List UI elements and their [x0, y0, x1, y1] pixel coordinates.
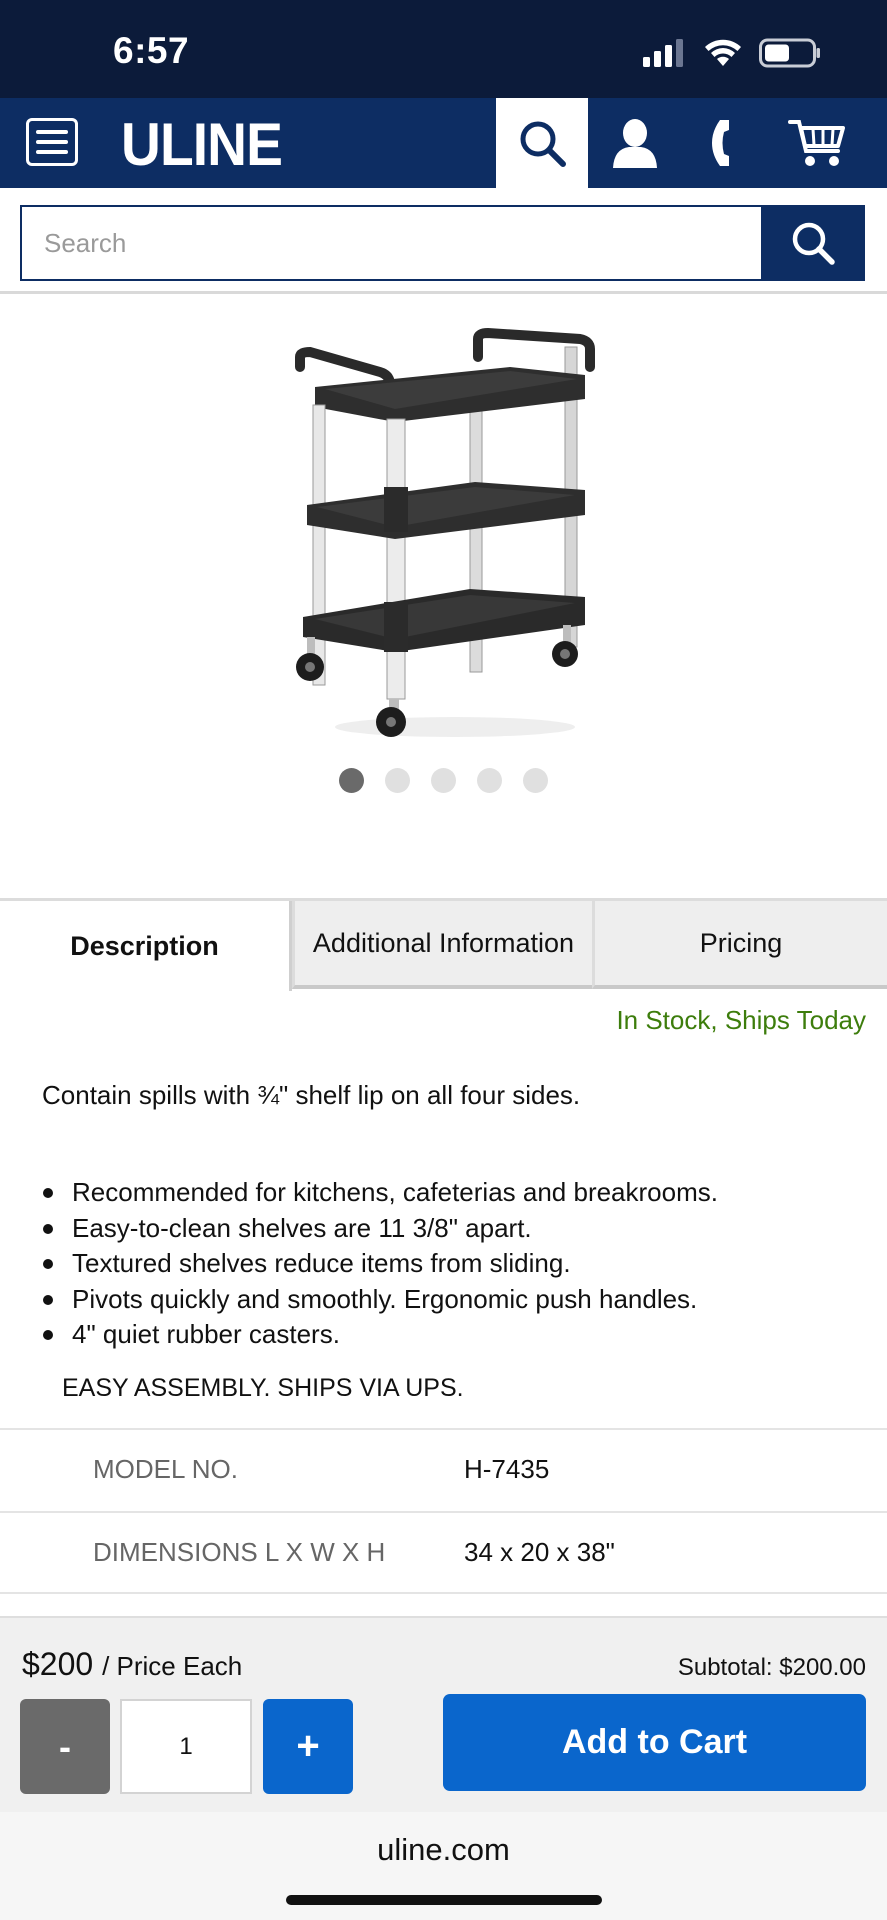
home-indicator[interactable] [286, 1895, 602, 1905]
assembly-note: EASY ASSEMBLY. SHIPS VIA UPS. [62, 1374, 464, 1402]
spec-value: H-7435 [464, 1454, 550, 1484]
tab-pricing[interactable]: Pricing [592, 901, 887, 989]
stock-status: In Stock, Ships Today [616, 1005, 866, 1035]
price-amount: $200 [22, 1646, 94, 1682]
cart-icon [788, 120, 845, 166]
battery-icon [759, 38, 820, 68]
menu-icon-line [36, 150, 68, 154]
user-icon [613, 119, 657, 168]
page: 6:57 ULINE Search Description Additional… [0, 0, 887, 1920]
spec-row: DIMENSIONS L X W X H 34 x 20 x 38" [0, 1511, 887, 1594]
uline-logo[interactable]: ULINE [121, 110, 283, 179]
feature-list: Recommended for kitchens, cafeterias and… [43, 1175, 718, 1353]
quantity-decrease-button[interactable]: - [20, 1699, 110, 1794]
quantity-increase-button[interactable]: + [263, 1699, 353, 1794]
site-header: ULINE [0, 98, 887, 188]
menu-button[interactable] [26, 118, 78, 166]
spec-label: MODEL NO. [93, 1454, 238, 1484]
header-search-button[interactable] [496, 98, 588, 188]
search-input[interactable] [20, 205, 762, 281]
product-tabs: Description Additional Information Prici… [0, 898, 887, 991]
carousel-dots [0, 768, 887, 793]
spec-value: 34 x 20 x 38" [464, 1537, 615, 1567]
quantity-input[interactable]: 1 [120, 1699, 252, 1794]
price: $200 / Price Each [22, 1646, 242, 1683]
search-submit-button[interactable] [761, 205, 865, 281]
menu-icon-line [36, 140, 68, 144]
search-bar [0, 188, 887, 294]
cart-button[interactable] [772, 98, 862, 188]
status-icons [643, 38, 821, 68]
menu-icon-line [36, 130, 68, 134]
tab-additional-information[interactable]: Additional Information [292, 901, 592, 989]
add-to-cart-button[interactable]: Add to Cart [443, 1694, 866, 1791]
list-item: Textured shelves reduce items from slidi… [43, 1246, 718, 1282]
status-bar: 6:57 [0, 0, 887, 98]
subtotal: Subtotal: $200.00 [677, 1654, 866, 1681]
browser-footer: uline.com [0, 1812, 887, 1920]
spec-row: MODEL NO. H-7435 [0, 1428, 887, 1511]
spec-label: DIMENSIONS L X W X H [93, 1537, 386, 1567]
list-item: Easy-to-clean shelves are 11 3/8" apart. [43, 1211, 718, 1247]
phone-icon [712, 120, 729, 166]
search-icon [520, 121, 566, 167]
url-display[interactable]: uline.com [0, 1832, 887, 1868]
carousel-dot[interactable] [431, 768, 456, 793]
list-item: 4" quiet rubber casters. [43, 1317, 718, 1353]
account-button[interactable] [590, 98, 680, 188]
carousel-dot[interactable] [477, 768, 502, 793]
wifi-icon [705, 39, 741, 66]
price-unit: / Price Each [102, 1651, 243, 1681]
signal-icon [643, 39, 683, 67]
list-item: Recommended for kitchens, cafeterias and… [43, 1175, 718, 1211]
carousel-dot[interactable] [385, 768, 410, 793]
tab-description[interactable]: Description [0, 901, 292, 991]
status-time: 6:57 [113, 30, 190, 71]
carousel-dot[interactable] [339, 768, 364, 793]
call-button[interactable] [681, 98, 771, 188]
utility-cart-image [295, 327, 595, 737]
product-image-carousel[interactable] [0, 297, 887, 897]
list-item: Pivots quickly and smoothly. Ergonomic p… [43, 1282, 718, 1318]
carousel-dot[interactable] [523, 768, 548, 793]
purchase-bar: $200 / Price Each Subtotal: $200.00 - 1 … [0, 1616, 887, 1812]
description-lead: Contain spills with ¾" shelf lip on all … [42, 1080, 581, 1110]
search-icon [792, 222, 835, 265]
